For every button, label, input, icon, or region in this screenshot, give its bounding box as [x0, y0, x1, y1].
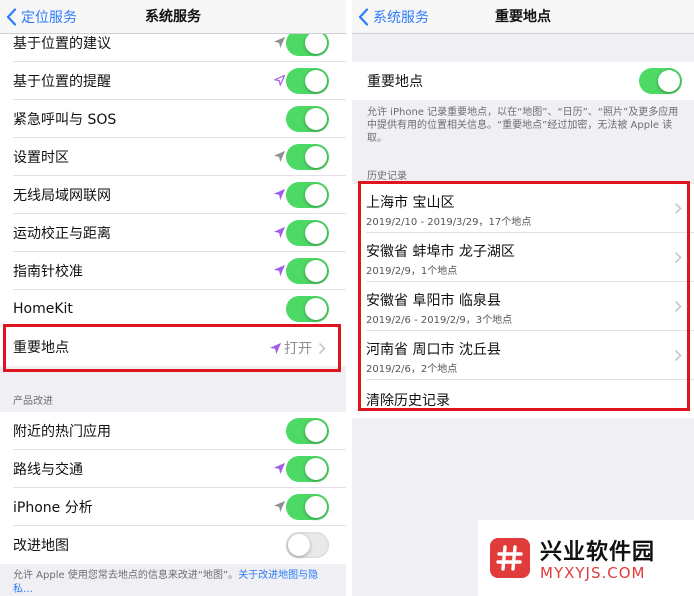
history-header: 历史记录: [367, 171, 407, 182]
toggle-switch[interactable]: [286, 296, 329, 322]
toggle-knob: [288, 534, 310, 556]
significant-locations-toggle-row: 重要地点: [352, 62, 694, 100]
location-arrow-icon: [273, 150, 286, 163]
row-label: iPhone 分析: [13, 500, 93, 516]
settings-row: 基于位置的提醒: [0, 62, 346, 100]
chevron-left-icon: [6, 8, 17, 26]
toggle-knob: [305, 184, 327, 206]
toggle-switch[interactable]: [286, 418, 329, 444]
significant-locations-screen: 系统服务 重要地点 重要地点 允许 iPhone 记录重要地点，以在“地图”、“…: [352, 0, 694, 596]
toggle-switch[interactable]: [286, 258, 329, 284]
toggle-switch[interactable]: [286, 106, 329, 132]
back-button[interactable]: 系统服务: [358, 6, 429, 28]
toggle-switch[interactable]: [286, 220, 329, 246]
row-label: 运动校正与距离: [13, 226, 111, 242]
toggle-knob: [305, 420, 327, 442]
footer-text: 允许 Apple 使用您常去地点的信息来改进“地图”。: [13, 570, 239, 581]
row-label: 基于位置的建议: [13, 36, 111, 52]
row-label: 改进地图: [13, 538, 69, 554]
significant-locations-toggle[interactable]: [639, 68, 682, 94]
watermark: 兴业软件园 MYXYJS.COM: [478, 520, 694, 596]
significant-locations-toggle-group: 重要地点: [352, 62, 694, 100]
product-improvement-list: 附近的热门应用 路线与交通 iPhone 分析 改进地图: [0, 412, 346, 564]
toggle-knob: [305, 32, 327, 54]
improve-maps-footer: 允许 Apple 使用您常去地点的信息来改进“地图”。关于改进地图与隐私…: [13, 569, 333, 596]
settings-row: 路线与交通: [0, 450, 346, 488]
toggle-switch[interactable]: [286, 494, 329, 520]
toggle-switch[interactable]: [286, 456, 329, 482]
back-button[interactable]: 定位服务: [6, 6, 77, 28]
row-label: 附近的热门应用: [13, 424, 111, 440]
row-label: 紧急呼叫与 SOS: [13, 112, 117, 128]
navigation-bar: 系统服务 重要地点: [352, 0, 694, 34]
toggle-switch[interactable]: [286, 182, 329, 208]
back-label: 定位服务: [21, 10, 77, 26]
location-arrow-icon: [273, 226, 286, 239]
toggle-switch[interactable]: [286, 68, 329, 94]
toggle-knob: [305, 298, 327, 320]
toggle-switch[interactable]: [286, 144, 329, 170]
location-arrow-icon: [273, 188, 286, 201]
settings-row: iPhone 分析: [0, 488, 346, 526]
chevron-left-icon: [358, 8, 369, 26]
back-label: 系统服务: [373, 10, 429, 26]
row-label: 重要地点: [367, 74, 423, 90]
row-label: 路线与交通: [13, 462, 83, 478]
significant-locations-description: 允许 iPhone 记录重要地点，以在“地图”、“日历”、“照片”及更多应用中提…: [367, 107, 679, 144]
location-arrow-icon: [273, 462, 286, 475]
settings-row: 紧急呼叫与 SOS: [0, 100, 346, 138]
row-label: 指南针校准: [13, 264, 83, 280]
settings-row: 设置时区: [0, 138, 346, 176]
watermark-name: 兴业软件园: [540, 540, 656, 565]
highlight-box: [358, 181, 690, 411]
toggle-knob: [305, 70, 327, 92]
row-label: 基于位置的提醒: [13, 74, 111, 90]
location-arrow-icon: [273, 36, 286, 49]
row-label: 设置时区: [13, 150, 69, 166]
toggle-knob: [658, 70, 680, 92]
toggle-switch[interactable]: [286, 532, 329, 558]
toggle-knob: [305, 146, 327, 168]
hash-logo-icon: [490, 538, 530, 578]
navigation-bar: 定位服务 系统服务: [0, 0, 346, 34]
toggle-knob: [305, 496, 327, 518]
location-arrow-icon: [273, 500, 286, 513]
system-services-list: 基于位置的建议 基于位置的提醒 紧急呼叫与 SOS 设置时区无线局域网联网 运动校正与距…: [0, 24, 346, 328]
toggle-knob: [305, 108, 327, 130]
product-improvement-header: 产品改进: [13, 396, 53, 407]
toggle-knob: [305, 222, 327, 244]
row-label: HomeKit: [13, 301, 73, 317]
row-label: 无线局域网联网: [13, 188, 111, 204]
settings-row: HomeKit: [0, 290, 346, 328]
settings-row: 无线局域网联网: [0, 176, 346, 214]
settings-row: 指南针校准: [0, 252, 346, 290]
settings-row: 改进地图: [0, 526, 346, 564]
settings-row: 附近的热门应用: [0, 412, 346, 450]
location-arrow-icon: [274, 74, 286, 86]
toggle-knob: [305, 458, 327, 480]
system-services-screen: 基于位置的建议 基于位置的提醒 紧急呼叫与 SOS 设置时区无线局域网联网 运动校正与距…: [0, 0, 346, 596]
settings-row: 运动校正与距离: [0, 214, 346, 252]
toggle-knob: [305, 260, 327, 282]
highlight-box: [3, 324, 341, 372]
location-arrow-icon: [273, 264, 286, 277]
watermark-url: MYXYJS.COM: [540, 564, 646, 582]
